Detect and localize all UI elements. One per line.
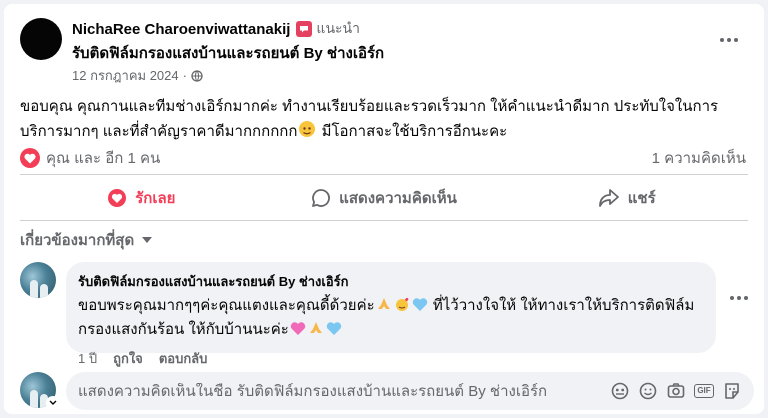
avatar-icon[interactable]: [606, 377, 634, 405]
globe-icon[interactable]: [191, 69, 203, 82]
gif-label: GIF: [694, 384, 714, 398]
more-dot-icon: [734, 38, 738, 42]
light-blue-heart-icon: [412, 297, 428, 319]
comment-button[interactable]: แสดงความคิดเห็น: [263, 176, 506, 220]
comment-text-part1: ขอบพระคุณมากๆๆค่ะคุณแตงและคุณดี้ด้วยค่ะ: [78, 297, 375, 314]
more-dot-icon: [727, 38, 731, 42]
gif-icon[interactable]: GIF: [690, 377, 718, 405]
comment-text: ขอบพระคุณมากๆๆค่ะคุณแตงและคุณดี้ด้วยค่ะ …: [78, 295, 704, 343]
post-more-button[interactable]: [716, 30, 742, 50]
comment-reply-button[interactable]: ตอบกลับ: [159, 348, 208, 369]
divider: [20, 220, 748, 221]
avatar-figure: [30, 280, 38, 298]
pray-emoji-icon: [376, 296, 392, 319]
author-name[interactable]: NichaRee Charoenviwattanakij: [72, 21, 290, 38]
action-bar: รักเลย แสดงความคิดเห็น แชร์: [20, 176, 748, 220]
emoji-face-icon: [299, 121, 316, 137]
author-avatar[interactable]: [20, 18, 62, 60]
post-text-tail: มีโอกาสจะใช้บริการอีกนะคะ: [317, 123, 508, 140]
post-card: NichaRee Charoenviwattanakij แนะนำ รับติ…: [4, 4, 764, 414]
comment-bubble: รับติดฟิล์มกรองแสงบ้านและรถยนต์ By ช่างเ…: [66, 262, 716, 353]
more-dot-icon: [737, 296, 741, 300]
chevron-down-icon[interactable]: [46, 396, 60, 410]
love-button[interactable]: รักเลย: [20, 176, 263, 220]
light-blue-heart-icon: [326, 321, 342, 343]
comment-author[interactable]: รับติดฟิล์มกรองแสงบ้านและรถยนต์ By ช่างเ…: [78, 271, 704, 292]
comment-time[interactable]: 1 ปี: [78, 348, 97, 369]
recommend-badge-icon: [296, 21, 313, 37]
more-dot-icon: [730, 296, 734, 300]
heart-outline-icon: [108, 189, 127, 207]
comment-button-label: แสดงความคิดเห็น: [339, 190, 457, 207]
comment-count[interactable]: 1 ความคิดเห็น: [652, 146, 746, 170]
sticker-icon[interactable]: [718, 377, 746, 405]
pink-heart-icon: [290, 321, 306, 343]
heart-icon: [20, 148, 40, 168]
comment-like-button[interactable]: ถูกใจ: [113, 348, 143, 369]
author-line: NichaRee Charoenviwattanakij แนะนำ: [72, 18, 360, 40]
more-dot-icon: [720, 38, 724, 42]
more-dot-icon: [744, 296, 748, 300]
post-date[interactable]: 12 กรกฎาคม 2024: [72, 65, 179, 86]
emoji-icon[interactable]: [634, 377, 662, 405]
reaction-text: คุณ และ อีก 1 คน: [46, 150, 161, 167]
post-text: ขอบคุณ คุณกานและทีมช่างเอิร์กมากค่ะ ทำงา…: [20, 94, 750, 144]
comment-sort-dropdown[interactable]: เกี่ยวข้องมากที่สุด: [20, 228, 153, 252]
share-arrow-icon: [598, 189, 619, 207]
comment-meta: 1 ปี ถูกใจ ตอบกลับ: [78, 348, 207, 369]
meta-separator: ·: [182, 68, 187, 83]
camera-icon[interactable]: [662, 377, 690, 405]
pray-emoji-icon: [308, 320, 324, 343]
comment-more-button[interactable]: [730, 296, 748, 300]
avatar-figure: [40, 284, 48, 298]
sort-label: เกี่ยวข้องมากที่สุด: [20, 232, 135, 249]
page-name[interactable]: รับติดฟิล์มกรองแสงบ้านและรถยนต์ By ช่างเ…: [72, 41, 384, 65]
avatar-figure: [30, 390, 38, 408]
reply-box: GIF: [66, 372, 754, 410]
post-meta: 12 กรกฎาคม 2024 ·: [72, 65, 203, 86]
reply-input[interactable]: [78, 382, 606, 400]
reaction-summary[interactable]: คุณ และ อีก 1 คน: [20, 146, 160, 170]
share-button[interactable]: แชร์: [505, 176, 748, 220]
recommend-label: แนะนำ: [316, 20, 360, 36]
chevron-down-icon: [142, 237, 153, 243]
smiling-hearts-emoji-icon: [394, 296, 410, 319]
speech-bubble-icon: [312, 189, 331, 207]
love-button-label: รักเลย: [135, 190, 176, 207]
commenter-avatar[interactable]: [20, 262, 56, 298]
divider: [20, 174, 748, 175]
share-button-label: แชร์: [627, 190, 656, 207]
